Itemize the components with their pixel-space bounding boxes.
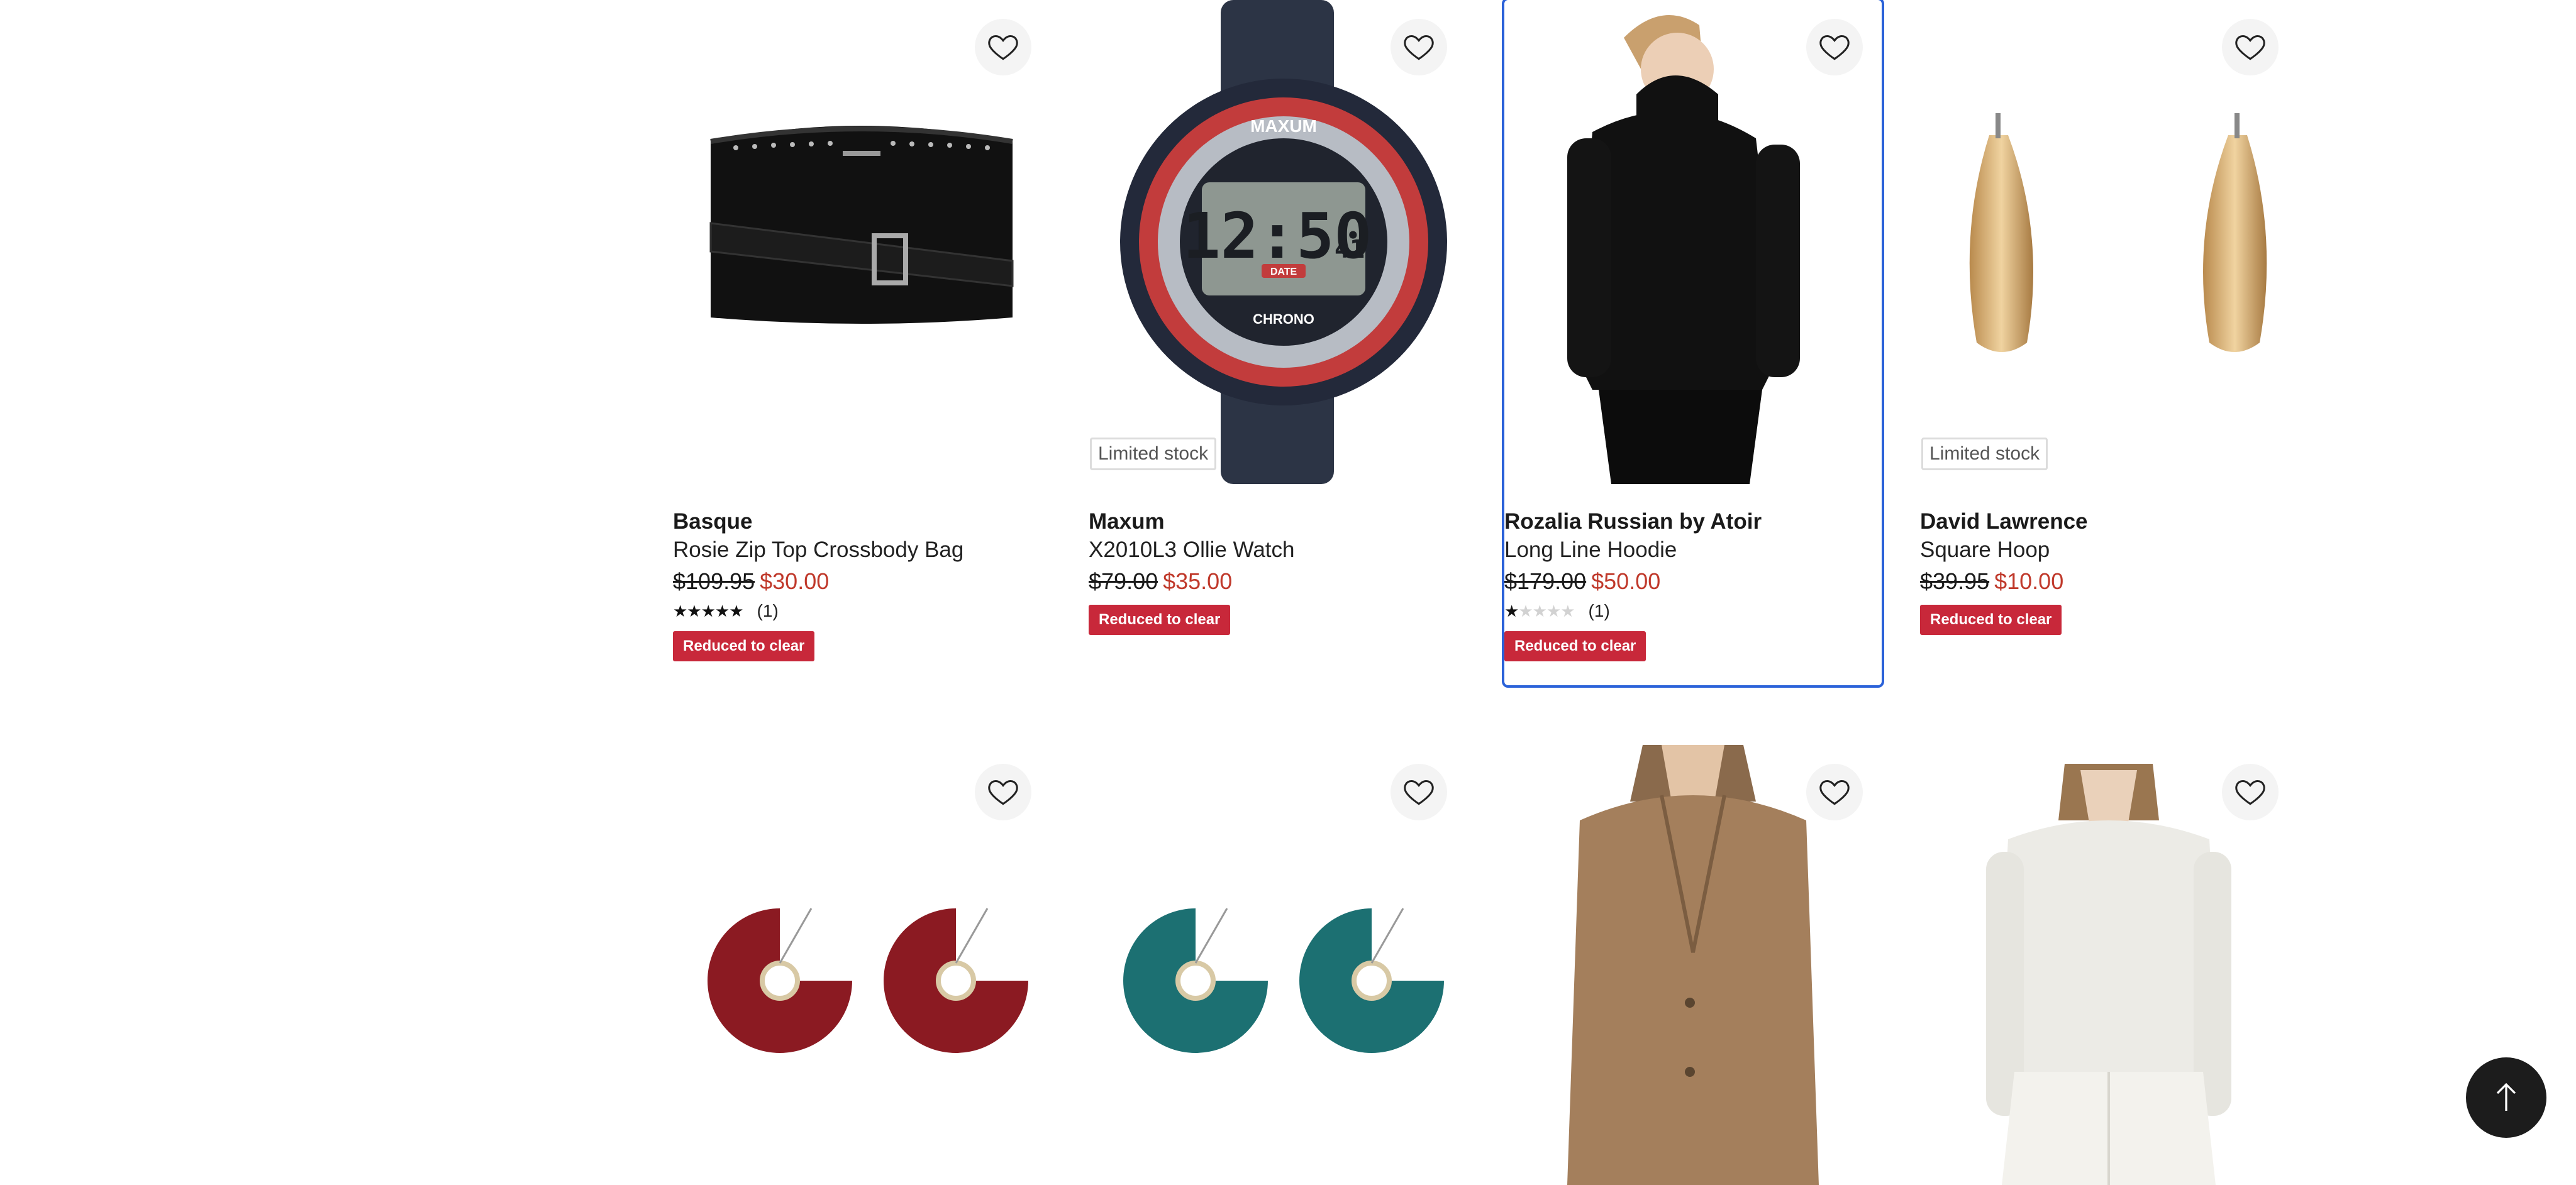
sale-price: $30.00: [760, 568, 830, 594]
watch-brand: MAXUM: [1250, 116, 1317, 136]
watch-label: CHRONO: [1253, 311, 1314, 327]
price-block: $179.00 $50.00: [1504, 566, 1882, 597]
heart-icon: [2235, 35, 2265, 60]
watch-date-label: DATE: [1270, 267, 1297, 277]
wishlist-button[interactable]: [1391, 19, 1447, 75]
product-image[interactable]: [1920, 745, 2297, 1185]
limited-stock-badge: Limited stock: [1090, 438, 1217, 470]
product-image[interactable]: [1504, 745, 1882, 1185]
rating[interactable]: ★★★★★ (1): [673, 598, 1050, 624]
teal-disc-earrings-icon: [1123, 908, 1444, 1053]
rating-count: (1): [1588, 601, 1610, 620]
sale-price: $50.00: [1591, 568, 1661, 594]
wishlist-button[interactable]: [2222, 764, 2279, 820]
product-info: Rozalia Russian by Atoir Long Line Hoodi…: [1504, 508, 1882, 661]
rating-count: (1): [757, 601, 779, 620]
heart-icon: [2235, 780, 2265, 805]
digital-watch-icon: MAXUM 12:50 41 DATE CHRONO: [1120, 0, 1447, 484]
heart-icon: [1819, 35, 1850, 60]
promo-badge: Reduced to clear: [1920, 605, 2062, 635]
original-price: $39.95: [1920, 568, 1990, 594]
product-card[interactable]: Limited stock David Lawrence Square Hoop…: [1920, 0, 2297, 685]
original-price: $109.95: [673, 568, 755, 594]
wishlist-button[interactable]: [975, 19, 1031, 75]
original-price: $79.00: [1089, 568, 1158, 594]
sale-price: $10.00: [1994, 568, 2064, 594]
product-card[interactable]: [1089, 745, 1466, 1185]
product-card[interactable]: MAXUM 12:50 41 DATE CHRONO Limited stock…: [1089, 0, 1466, 685]
wishlist-button[interactable]: [1391, 764, 1447, 820]
promo-badge: Reduced to clear: [1089, 605, 1231, 635]
product-card[interactable]: [1920, 745, 2297, 1185]
product-brand[interactable]: David Lawrence: [1920, 508, 2297, 536]
heart-icon: [1404, 35, 1434, 60]
watch-seconds: 41: [1335, 235, 1365, 264]
product-info: Maxum X2010L3 Ollie Watch $79.00 $35.00 R…: [1089, 508, 1466, 635]
crossbody-bag-icon: [709, 126, 1014, 324]
hoodie-model-icon: [1567, 15, 1800, 484]
limited-stock-badge: Limited stock: [1921, 438, 2048, 470]
product-info: David Lawrence Square Hoop $39.95 $10.00 …: [1920, 508, 2297, 635]
product-card[interactable]: [1504, 745, 1882, 1185]
product-image[interactable]: [673, 0, 1050, 484]
product-card[interactable]: Rozalia Russian by Atoir Long Line Hoodi…: [1502, 0, 1884, 688]
product-image[interactable]: MAXUM 12:50 41 DATE CHRONO Limited stock: [1089, 0, 1466, 484]
product-brand[interactable]: Rozalia Russian by Atoir: [1504, 508, 1882, 536]
product-card[interactable]: Basque Rosie Zip Top Crossbody Bag $109.…: [673, 0, 1050, 685]
sale-price: $35.00: [1163, 568, 1233, 594]
product-name[interactable]: Long Line Hoodie: [1504, 536, 1882, 565]
product-brand[interactable]: Basque: [673, 508, 1050, 536]
product-card[interactable]: [673, 745, 1050, 1185]
product-info: Basque Rosie Zip Top Crossbody Bag $109.…: [673, 508, 1050, 661]
heart-icon: [1404, 780, 1434, 805]
price-block: $39.95 $10.00: [1920, 566, 2297, 597]
heart-icon: [988, 35, 1018, 60]
promo-badge: Reduced to clear: [1504, 631, 1646, 661]
product-name[interactable]: Square Hoop: [1920, 536, 2297, 565]
rating[interactable]: ★★★★★ (1): [1504, 598, 1882, 624]
promo-badge: Reduced to clear: [673, 631, 815, 661]
product-grid: Basque Rosie Zip Top Crossbody Bag $109.…: [673, 0, 2297, 1185]
wishlist-button[interactable]: [1806, 19, 1863, 75]
wishlist-button[interactable]: [2222, 19, 2279, 75]
price-block: $79.00 $35.00: [1089, 566, 1466, 597]
heart-icon: [1819, 780, 1850, 805]
red-disc-earrings-icon: [708, 908, 1028, 1053]
heart-icon: [988, 780, 1018, 805]
product-name[interactable]: Rosie Zip Top Crossbody Bag: [673, 536, 1050, 565]
price-block: $109.95 $30.00: [673, 566, 1050, 597]
gold-hoop-earrings-icon: [1969, 113, 2267, 352]
rating-stars-icon: ★★★★★: [673, 601, 744, 620]
wishlist-button[interactable]: [975, 764, 1031, 820]
rating-stars-icon: ★★★★★: [1504, 601, 1575, 620]
product-image[interactable]: Limited stock: [1920, 0, 2297, 484]
product-image[interactable]: [673, 745, 1050, 1185]
original-price: $179.00: [1504, 568, 1587, 594]
product-name[interactable]: X2010L3 Ollie Watch: [1089, 536, 1466, 565]
product-brand[interactable]: Maxum: [1089, 508, 1466, 536]
product-image[interactable]: [1504, 0, 1882, 484]
scroll-to-top-button[interactable]: [2466, 1057, 2546, 1138]
product-image[interactable]: [1089, 745, 1466, 1185]
arrow-up-icon: [2496, 1083, 2516, 1111]
wishlist-button[interactable]: [1806, 764, 1863, 820]
